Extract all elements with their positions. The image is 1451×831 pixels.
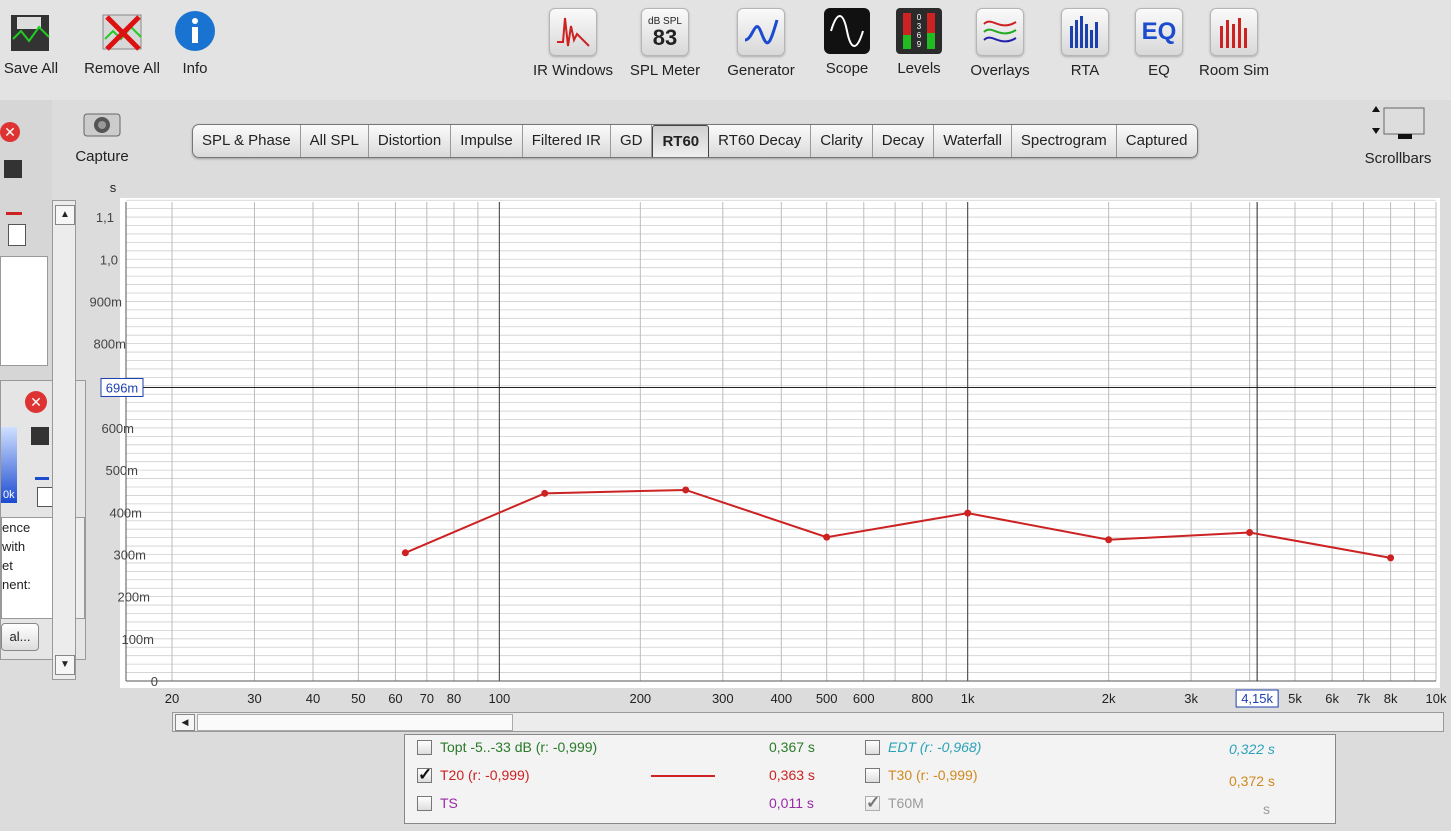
legend-label: T60M xyxy=(888,795,924,811)
legend-checkbox[interactable] xyxy=(865,767,880,783)
cursor-y-readout: 696m xyxy=(106,380,139,395)
x-tick-label: 7k xyxy=(1357,691,1371,706)
x-tick-label: 30 xyxy=(247,691,261,706)
scroll-thumb[interactable] xyxy=(197,714,513,731)
legend-checkbox[interactable] xyxy=(417,739,432,755)
y-tick-label: 200m xyxy=(117,590,150,605)
y-tick-label: 400m xyxy=(109,505,142,520)
x-tick-label: 600 xyxy=(853,691,875,706)
legend-value: 0,367 s xyxy=(769,739,815,755)
plot-background xyxy=(120,198,1440,688)
y-tick-label: 1,1 xyxy=(96,210,114,225)
y-tick-label: 1,0 xyxy=(100,252,118,267)
scroll-left-icon[interactable]: ◀ xyxy=(175,714,195,731)
legend-row[interactable]: TS xyxy=(417,795,458,811)
legend-checkbox[interactable] xyxy=(865,793,880,813)
legend-row[interactable]: T60M xyxy=(865,793,924,813)
x-tick-label: 5k xyxy=(1288,691,1302,706)
legend-label: TS xyxy=(440,795,458,811)
legend-value: s xyxy=(1263,801,1270,817)
x-tick-label: 400 xyxy=(770,691,792,706)
y-tick-label: 100m xyxy=(121,632,154,647)
x-tick-label: 8k xyxy=(1384,691,1398,706)
x-tick-label: 80 xyxy=(447,691,461,706)
legend-label: Topt -5..-33 dB (r: -0,999) xyxy=(440,739,598,755)
data-point xyxy=(964,509,972,517)
legend-value: 0,322 s xyxy=(1229,741,1275,757)
data-point xyxy=(682,486,690,494)
x-tick-label: 800 xyxy=(911,691,933,706)
y-tick-label: 0 xyxy=(151,674,158,689)
legend-row[interactable]: T20 (r: -0,999) xyxy=(417,765,530,785)
data-point xyxy=(1387,554,1395,562)
data-point xyxy=(1105,536,1113,544)
legend-row[interactable]: Topt -5..-33 dB (r: -0,999) xyxy=(417,739,597,755)
x-tick-label: 70 xyxy=(420,691,434,706)
x-tick-label: 40 xyxy=(306,691,320,706)
x-tick-label: 20 xyxy=(165,691,179,706)
y-tick-label: 800m xyxy=(93,337,126,352)
x-tick-label: 1k xyxy=(961,691,975,706)
t20-line-swatch xyxy=(651,775,715,777)
legend-row[interactable]: T30 (r: -0,999) xyxy=(865,767,977,783)
y-tick-label: 300m xyxy=(113,547,146,562)
rt60-chart[interactable]: 0 100m 200m 300m 400m 500m 600m 800m 900m 1,0 1,1 s… xyxy=(0,0,1451,710)
legend-row[interactable]: EDT (r: -0,968) xyxy=(865,739,981,755)
legend-value: 0,363 s xyxy=(769,767,815,783)
x-tick-label: 200 xyxy=(629,691,651,706)
x-tick-label: 2k xyxy=(1102,691,1116,706)
cursor-x-readout: 4,15k xyxy=(1241,691,1273,706)
legend-label: EDT (r: -0,968) xyxy=(888,739,982,755)
y-tick-label: 600m xyxy=(101,421,134,436)
x-tick-label: 6k xyxy=(1325,691,1339,706)
legend-value: 0,372 s xyxy=(1229,773,1275,789)
data-point xyxy=(541,489,549,497)
legend-checkbox[interactable] xyxy=(865,739,880,755)
legend-checkbox[interactable] xyxy=(417,765,432,785)
x-tick-label: 300 xyxy=(712,691,734,706)
data-point xyxy=(823,533,831,541)
y-tick-label: 500m xyxy=(105,463,138,478)
legend-value: 0,011 s xyxy=(769,795,814,811)
data-point xyxy=(1246,529,1254,537)
y-axis-unit: s xyxy=(110,180,117,195)
results-legend: Topt -5..-33 dB (r: -0,999) 0,367 s T20 (r… xyxy=(404,734,1336,824)
x-tick-label: 50 xyxy=(351,691,365,706)
data-point xyxy=(401,549,409,557)
x-tick-label: 60 xyxy=(388,691,402,706)
x-tick-label: 500 xyxy=(816,691,838,706)
y-tick-label: 900m xyxy=(89,294,122,309)
x-tick-label: 3k xyxy=(1184,691,1198,706)
horizontal-scrollbar[interactable]: ◀ xyxy=(172,712,1444,732)
x-tick-label: 10k xyxy=(1426,691,1447,706)
legend-checkbox[interactable] xyxy=(417,795,432,811)
legend-label: T30 (r: -0,999) xyxy=(888,767,978,783)
x-tick-label: 100 xyxy=(488,691,510,706)
legend-label: T20 (r: -0,999) xyxy=(440,767,530,783)
